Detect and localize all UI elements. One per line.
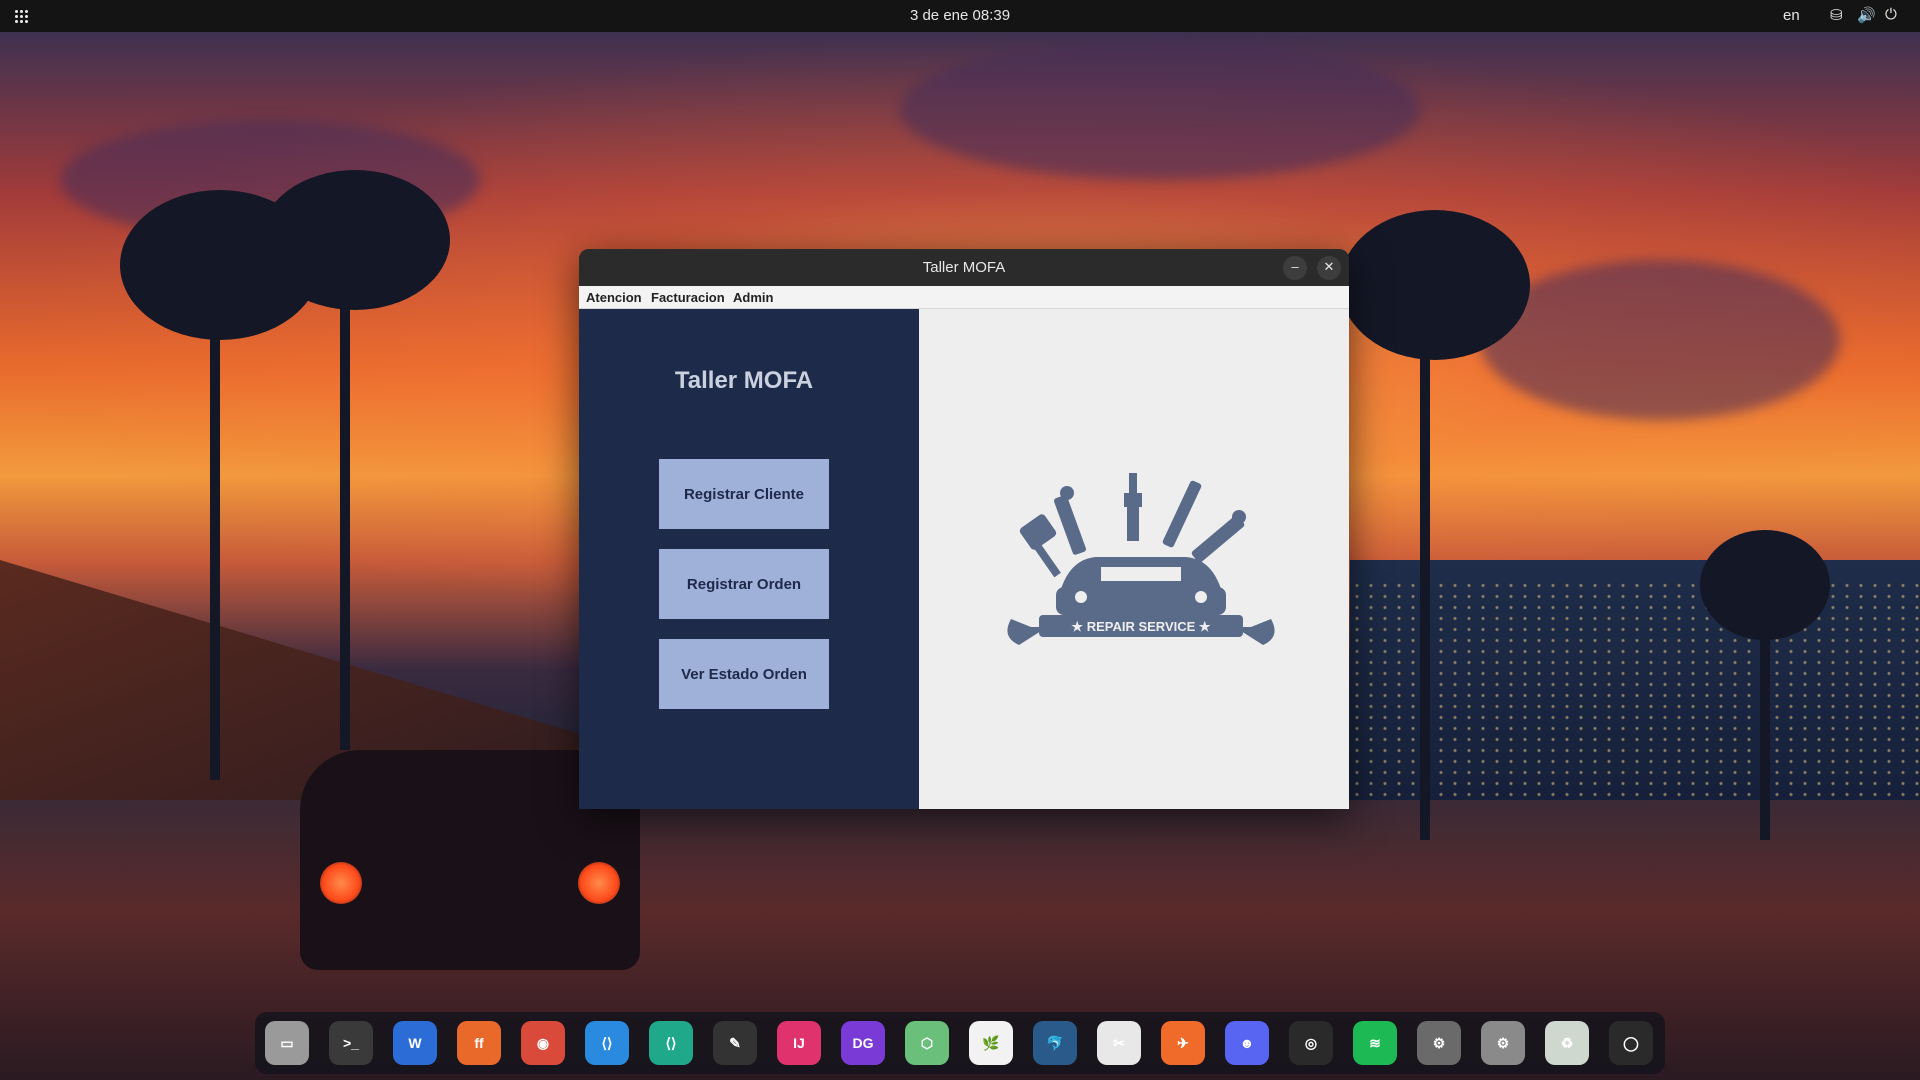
intellij-icon[interactable]: IJ <box>777 1021 821 1065</box>
menu-bar: Atencion Facturacion Admin <box>579 286 1349 309</box>
logo-text: ★ REPAIR SERVICE ★ <box>1071 619 1210 634</box>
discord-icon[interactable]: ☻ <box>1225 1021 1269 1065</box>
right-content-panel: ★ REPAIR SERVICE ★ <box>919 309 1349 809</box>
registrar-orden-button[interactable]: Registrar Orden <box>659 549 829 619</box>
ubuntu-menu-icon[interactable]: ◯ <box>1609 1021 1653 1065</box>
app-window: Taller MOFA – ✕ Atencion Facturacion Adm… <box>579 249 1349 809</box>
wallpaper-car-taillight <box>578 862 620 904</box>
wallpaper-palm <box>1700 530 1830 640</box>
files-icon[interactable]: ▭ <box>265 1021 309 1065</box>
wallpaper-cloud <box>1480 260 1840 420</box>
wallpaper-palm <box>1760 620 1770 840</box>
terminal-icon[interactable]: >_ <box>329 1021 373 1065</box>
wallpaper-city-lights <box>1350 580 1920 800</box>
clock[interactable]: 3 de ene 08:39 <box>0 7 1920 24</box>
gimp-icon[interactable]: ✂ <box>1097 1021 1141 1065</box>
window-titlebar[interactable]: Taller MOFA – ✕ <box>579 249 1349 286</box>
keyboard-language-indicator[interactable]: en <box>1783 7 1800 24</box>
network-icon[interactable]: ⛁ <box>1830 6 1843 24</box>
cube-app-icon[interactable]: ⬡ <box>905 1021 949 1065</box>
window-title: Taller MOFA <box>922 259 1006 276</box>
menu-atencion[interactable]: Atencion <box>586 290 642 305</box>
registrar-cliente-button[interactable]: Registrar Cliente <box>659 459 829 529</box>
text-editor-icon[interactable]: ✎ <box>713 1021 757 1065</box>
mongodb-compass-icon[interactable]: 🌿 <box>969 1021 1013 1065</box>
datagrip-icon[interactable]: DG <box>841 1021 885 1065</box>
postman-icon[interactable]: ✈ <box>1161 1021 1205 1065</box>
top-bar: 3 de ene 08:39 en ⛁ 🔊 ⏻ <box>0 0 1920 32</box>
libreoffice-writer-icon[interactable]: W <box>393 1021 437 1065</box>
settings-gear-icon[interactable]: ⚙ <box>1417 1021 1461 1065</box>
close-button[interactable]: ✕ <box>1317 256 1341 280</box>
java-app-icon[interactable]: ⚙ <box>1481 1021 1525 1065</box>
menu-facturacion[interactable]: Facturacion <box>651 290 725 305</box>
trash-icon[interactable]: ♻ <box>1545 1021 1589 1065</box>
power-icon[interactable]: ⏻ <box>1885 6 1897 23</box>
wallpaper-palm <box>260 170 450 310</box>
ver-estado-orden-button[interactable]: Ver Estado Orden <box>659 639 829 709</box>
vs-insiders-icon[interactable]: ⟨⟩ <box>649 1021 693 1065</box>
mysql-workbench-icon[interactable]: 🐬 <box>1033 1021 1077 1065</box>
wallpaper-car-taillight <box>320 862 362 904</box>
spotify-icon[interactable]: ≋ <box>1353 1021 1397 1065</box>
dock: ▭ >_ Wff ◉ ⟨⟩ ⟨⟩ ✎ IJ DG ⬡ 🌿 🐬 ✂ ✈ ☻ ◎ ≋ ⚙ ⚙ ♻ ◯ <box>255 1012 1665 1074</box>
volume-icon[interactable]: 🔊 <box>1857 6 1876 24</box>
wallpaper-cloud <box>900 40 1420 180</box>
wallpaper-palm <box>1340 210 1530 360</box>
panel-title: Taller MOFA <box>674 367 814 394</box>
left-navigation-panel: Taller MOFA Registrar Cliente Registrar … <box>579 309 919 809</box>
repair-service-logo: ★ REPAIR SERVICE ★ <box>1007 473 1275 645</box>
menu-admin[interactable]: Admin <box>733 290 773 305</box>
minimize-button[interactable]: – <box>1283 256 1307 280</box>
firefox-icon[interactable]: ff <box>457 1021 501 1065</box>
chrome-icon[interactable]: ◉ <box>521 1021 565 1065</box>
wallpaper-palm <box>1420 280 1430 840</box>
obs-icon[interactable]: ◎ <box>1289 1021 1333 1065</box>
vscode-icon[interactable]: ⟨⟩ <box>585 1021 629 1065</box>
